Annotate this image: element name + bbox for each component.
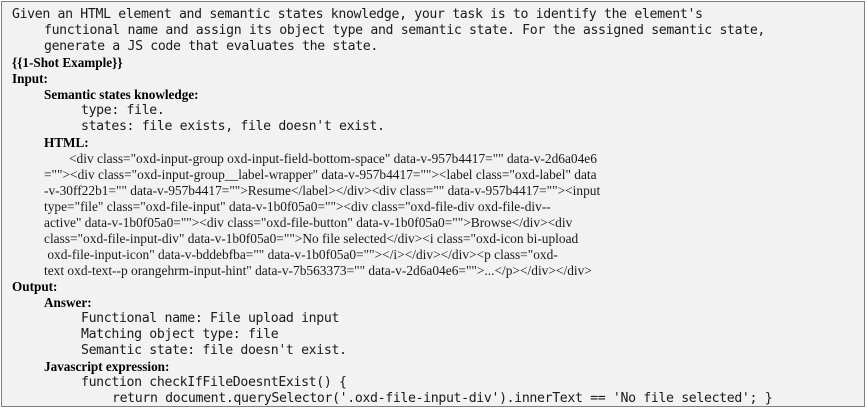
semantic-states-heading: Semantic states knowledge: (44, 87, 199, 102)
answer-functional-name: Functional name: File upload input (81, 311, 340, 326)
semantic-line-states: states: file exists, file doesn't exist. (81, 119, 385, 134)
answer-heading: Answer: (44, 295, 92, 310)
html-code-line-5: active" data-v-1b0f05a0=""><div class="o… (44, 215, 573, 230)
js-function-line-2: return document.querySelector('.oxd-file… (112, 391, 773, 406)
html-code-line-7: oxd-file-input-icon" data-v-bddebfba="" … (44, 247, 558, 262)
js-expression-heading: Javascript expression: (44, 359, 170, 374)
one-shot-heading: {{1-Shot Example}} (12, 55, 123, 70)
output-heading: Output: (12, 279, 58, 294)
prompt-box: Given an HTML element and semantic state… (1, 1, 865, 407)
html-code-line-1: <div class="oxd-input-group oxd-input-fi… (69, 151, 597, 166)
intro-line-2: functional name and assign its object ty… (44, 23, 766, 38)
html-code-line-4: type="file" class="oxd-file-input" data-… (44, 199, 551, 214)
html-heading: HTML: (44, 135, 89, 150)
input-heading: Input: (12, 71, 48, 86)
js-function-line-1: function checkIfFileDoesntExist() { (81, 375, 347, 390)
html-code-line-3: -v-30ff22b1="" data-v-957b4417="">Resume… (44, 183, 601, 198)
html-code-line-6: class="oxd-file-input-div" data-v-1b0f05… (44, 231, 579, 246)
semantic-line-type: type: file. (81, 103, 165, 118)
intro-line-3: generate a JS code that evaluates the st… (44, 39, 378, 54)
intro-line-1: Given an HTML element and semantic state… (12, 7, 703, 22)
html-code-line-2: =""><div class="oxd-input-group__label-w… (44, 167, 597, 182)
html-code-line-8: text oxd-text--p orangehrm-input-hint" d… (44, 263, 592, 278)
answer-semantic-state: Semantic state: file doesn't exist. (81, 343, 347, 358)
answer-object-type: Matching object type: file (81, 327, 279, 342)
